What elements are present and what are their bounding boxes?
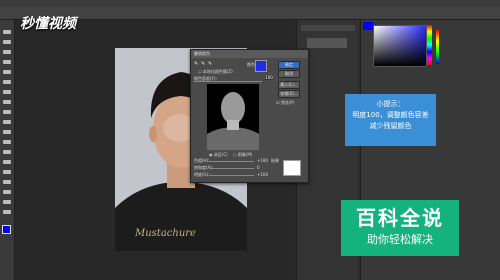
saturation-value[interactable]: 0 <box>257 165 260 170</box>
brush-tool-icon[interactable] <box>3 100 11 104</box>
watermark-title: 百科全说 <box>356 206 444 230</box>
saturation-slider-track[interactable] <box>209 168 254 169</box>
hue-slider-track[interactable] <box>209 161 254 162</box>
eyedropper-tool-icon[interactable] <box>3 80 11 84</box>
gradient-tool-icon[interactable] <box>3 140 11 144</box>
watermark-subtitle: 助你轻松解决 <box>367 233 433 246</box>
preview-checkbox[interactable]: ☑ 预览(P) <box>276 100 294 106</box>
color-tolerance-value[interactable]: 100 <box>265 75 273 80</box>
cancel-button[interactable]: 取消 <box>278 70 300 78</box>
hue-slider[interactable] <box>427 25 432 65</box>
color-picker-field[interactable] <box>373 25 427 67</box>
replace-color-dialog: 替换颜色 × ✎ ✎ ✎ ☐ 本地化颜色簇(Z) 颜色: 颜色容差(F): 10… <box>190 49 309 183</box>
selection-radio[interactable]: ◉ 选区(C) <box>209 152 228 158</box>
load-button[interactable]: 载入(L)... <box>278 81 300 89</box>
hue-value[interactable]: +180 <box>257 158 268 163</box>
dodge-tool-icon[interactable] <box>3 160 11 164</box>
selection-preview <box>207 84 259 150</box>
swatches-strip[interactable] <box>436 30 439 64</box>
image-radio[interactable]: ○ 图像(M) <box>233 152 252 158</box>
eyedropper-icon[interactable]: ✎ <box>194 61 198 67</box>
brand-logo: 秒懂视频 <box>20 16 76 32</box>
panel-foreground-swatch[interactable] <box>363 22 373 30</box>
shape-tool-icon[interactable] <box>3 200 11 204</box>
healing-tool-icon[interactable] <box>3 90 11 94</box>
type-tool-icon[interactable] <box>3 180 11 184</box>
magic-wand-tool-icon[interactable] <box>3 60 11 64</box>
hue-label: 色相(H): <box>194 158 210 163</box>
move-tool-icon[interactable] <box>3 30 11 34</box>
dock-header <box>301 25 355 31</box>
result-color-swatch[interactable] <box>283 160 301 176</box>
lightness-slider-track[interactable] <box>209 175 254 176</box>
eyedropper-plus-icon[interactable]: ✎ <box>201 61 205 67</box>
blur-tool-icon[interactable] <box>3 150 11 154</box>
dialog-titlebar: 替换颜色 × <box>191 50 308 58</box>
tip-title: 小提示： <box>376 100 405 108</box>
foreground-color-swatch[interactable] <box>2 225 11 234</box>
crop-tool-icon[interactable] <box>3 70 11 74</box>
pick-color-swatch[interactable] <box>255 60 267 72</box>
path-select-tool-icon[interactable] <box>3 190 11 194</box>
tip-box: 小提示： 明度100，调整颜色容差 减少残留颜色 <box>345 94 436 146</box>
history-brush-tool-icon[interactable] <box>3 120 11 124</box>
tip-line-1: 明度100，调整颜色容差 <box>352 111 429 119</box>
shirt-print-text: Mustachure <box>135 228 196 239</box>
ok-button[interactable]: 确定 <box>278 61 300 69</box>
localized-clusters-checkbox[interactable]: ☐ 本地化颜色簇(Z) <box>198 69 233 75</box>
marquee-tool-icon[interactable] <box>3 40 11 44</box>
tip-line-2: 减少残留颜色 <box>369 122 412 130</box>
hand-tool-icon[interactable] <box>3 210 11 214</box>
watermark-box: 百科全说 助你轻松解决 <box>341 200 459 256</box>
tools-panel <box>0 20 15 280</box>
dock-panel-thumb[interactable] <box>307 38 347 48</box>
lightness-value[interactable]: +100 <box>257 172 268 177</box>
close-icon[interactable]: × <box>194 51 305 56</box>
stamp-tool-icon[interactable] <box>3 110 11 114</box>
lightness-label: 明度(G): <box>194 172 210 177</box>
panel-placeholder-graphic <box>452 156 482 176</box>
lasso-tool-icon[interactable] <box>3 50 11 54</box>
menu-bar <box>0 0 500 7</box>
eyedropper-minus-icon[interactable]: ✎ <box>208 61 212 67</box>
color-tolerance-slider[interactable] <box>194 81 262 82</box>
pen-tool-icon[interactable] <box>3 170 11 174</box>
eraser-tool-icon[interactable] <box>3 130 11 134</box>
save-button[interactable]: 存储(S)... <box>278 90 300 98</box>
result-label: 结果 <box>271 158 279 163</box>
